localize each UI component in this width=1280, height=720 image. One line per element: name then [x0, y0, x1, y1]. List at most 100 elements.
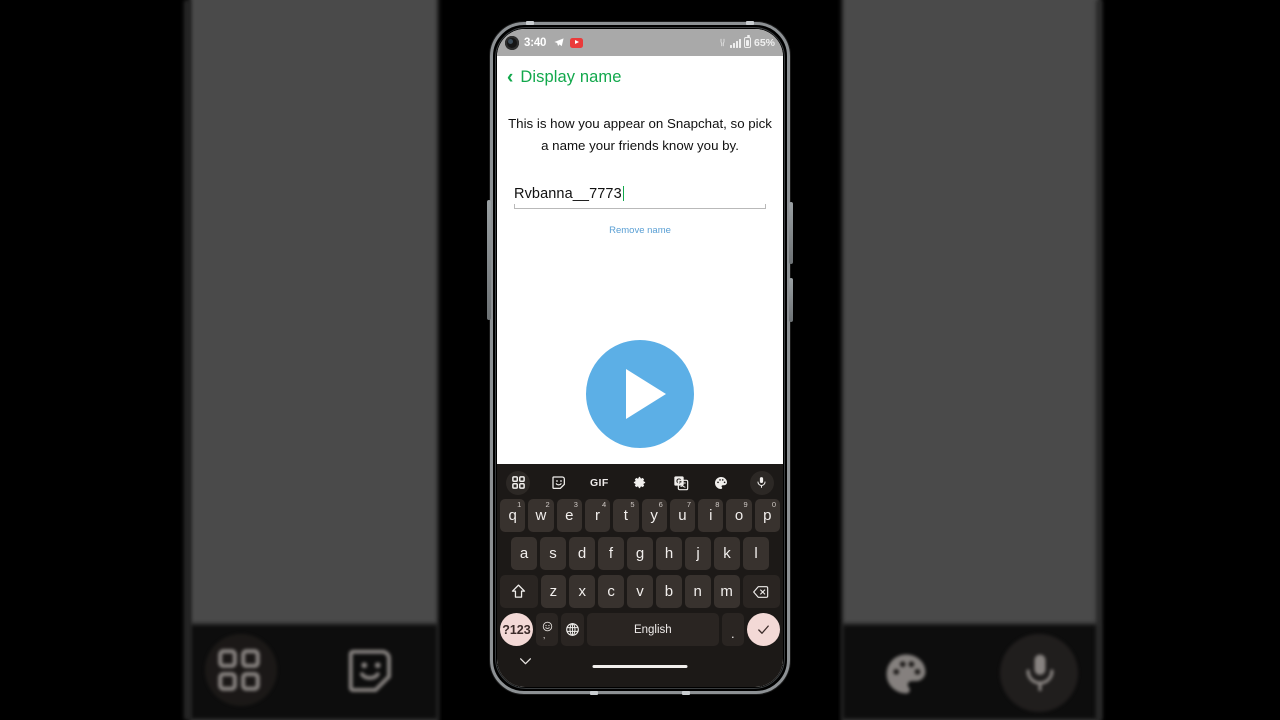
- grid-apps-icon[interactable]: [506, 470, 530, 495]
- symbols-key[interactable]: ?123: [500, 613, 533, 646]
- key-d[interactable]: d: [569, 537, 595, 570]
- key-p[interactable]: p0: [754, 499, 780, 532]
- key-f[interactable]: f: [598, 537, 624, 570]
- key-j[interactable]: j: [685, 537, 711, 570]
- key-g[interactable]: g: [627, 537, 653, 570]
- gif-icon[interactable]: GIF: [587, 471, 611, 495]
- keyboard-row-3: z x c v b n m: [497, 575, 783, 608]
- key-w[interactable]: w2: [528, 499, 554, 532]
- signal-icon: [729, 38, 741, 48]
- key-superscript: 4: [602, 500, 607, 509]
- display-name-field-wrap: Rvbanna__7773: [514, 186, 766, 210]
- translate-icon[interactable]: G: [669, 471, 693, 495]
- play-button[interactable]: [572, 326, 708, 462]
- key-e[interactable]: e3: [556, 499, 582, 532]
- background-panel-left: [190, 0, 438, 720]
- globe-key[interactable]: [561, 613, 585, 646]
- key-label: p: [763, 507, 772, 524]
- key-label: t: [623, 507, 628, 524]
- remove-name-link[interactable]: Remove name: [497, 225, 783, 236]
- on-screen-keyboard: GIF G q 1 w 2 e 3 r 4 t 5 y 6 u 7 i 8 o …: [497, 464, 783, 687]
- background-panel-right: [842, 0, 1100, 720]
- key-z[interactable]: z: [540, 575, 567, 608]
- display-name-input[interactable]: Rvbanna__7773: [514, 186, 766, 208]
- field-underline: [514, 204, 766, 210]
- display-name-value: Rvbanna__7773: [514, 186, 622, 203]
- key-r[interactable]: r4: [584, 499, 611, 532]
- key-b[interactable]: b: [655, 575, 682, 608]
- frame-antenna-top-left: [526, 21, 534, 25]
- play-triangle-icon: [626, 369, 666, 419]
- chevron-down-icon[interactable]: [519, 657, 532, 666]
- space-key[interactable]: English: [587, 613, 719, 646]
- key-label: w: [535, 507, 547, 524]
- key-v[interactable]: v: [627, 575, 653, 608]
- sticker-icon: [348, 649, 392, 693]
- hint-text: This is how you appear on Snapchat, so p…: [508, 116, 772, 153]
- frame-antenna-bottom-left: [590, 691, 598, 695]
- key-superscript: 1: [517, 500, 522, 509]
- status-bar: 3:40 65%: [497, 29, 783, 56]
- sticker-icon[interactable]: [547, 471, 571, 495]
- key-o[interactable]: o9: [726, 499, 752, 532]
- left-side-button[interactable]: [487, 200, 491, 320]
- emoji-key[interactable]: ,: [535, 613, 559, 646]
- keyboard-row-1: q1w2e3r4t5y6u7i8o9p0: [497, 499, 783, 532]
- gear-icon[interactable]: [628, 471, 652, 495]
- shift-key[interactable]: [500, 575, 538, 608]
- microphone-icon: [1026, 654, 1054, 692]
- battery-percent: 65%: [753, 36, 775, 49]
- key-label: u: [678, 507, 687, 524]
- battery-icon: [743, 35, 751, 48]
- key-k[interactable]: k: [714, 537, 740, 570]
- key-superscript: 7: [686, 500, 692, 509]
- palette-icon: [886, 654, 926, 694]
- period-key[interactable]: .: [721, 613, 745, 646]
- key-c[interactable]: c: [598, 575, 625, 608]
- key-superscript: 3: [573, 500, 578, 509]
- microphone-icon[interactable]: [749, 470, 774, 495]
- home-indicator[interactable]: [592, 665, 688, 668]
- key-a[interactable]: a: [511, 537, 537, 570]
- key-s[interactable]: s: [540, 537, 566, 570]
- key-label: i: [709, 507, 713, 524]
- key-m[interactable]: m: [713, 575, 740, 608]
- status-system-icons: 65%: [718, 35, 775, 49]
- screenshot-root: 3:40 65% ‹ Display name This is how you …: [0, 0, 1280, 720]
- key-t[interactable]: t5: [613, 499, 639, 532]
- key-label: e: [565, 507, 574, 524]
- key-l[interactable]: l: [743, 537, 769, 570]
- key-n[interactable]: n: [684, 575, 711, 608]
- key-u[interactable]: u7: [669, 499, 696, 532]
- snapchat-display-name-screen: ‹ Display name This is how you appear on…: [497, 56, 783, 687]
- gif-label: GIF: [589, 476, 609, 489]
- svg-text:G: G: [676, 476, 682, 485]
- key-x[interactable]: x: [569, 575, 596, 608]
- power-button[interactable]: [789, 278, 793, 322]
- key-q[interactable]: q1: [500, 499, 526, 532]
- background-edge-right: [1096, 0, 1102, 720]
- key-label: y: [650, 507, 658, 524]
- key-i[interactable]: i8: [698, 499, 724, 532]
- frame-antenna-bottom-right: [682, 691, 690, 695]
- volume-button[interactable]: [789, 202, 793, 264]
- key-superscript: 5: [630, 500, 635, 509]
- frame-antenna-top-right: [746, 21, 754, 25]
- telegram-icon: [553, 37, 565, 48]
- backspace-key[interactable]: [742, 575, 781, 608]
- key-superscript: 9: [743, 500, 748, 509]
- enter-key[interactable]: [747, 613, 780, 646]
- key-h[interactable]: h: [656, 537, 682, 570]
- back-icon[interactable]: ‹: [507, 68, 513, 87]
- keyboard-row-4: ?123 , English .: [497, 613, 783, 646]
- key-y[interactable]: y6: [641, 499, 667, 532]
- text-caret: [622, 186, 625, 202]
- background-edge-left: [184, 0, 190, 720]
- comma-label: ,: [542, 629, 546, 640]
- palette-icon[interactable]: [709, 471, 733, 495]
- key-superscript: 2: [545, 500, 550, 509]
- page-title: Display name: [520, 68, 622, 86]
- status-time: 3:40: [524, 36, 547, 49]
- key-superscript: 6: [658, 500, 663, 509]
- youtube-icon: [570, 37, 584, 48]
